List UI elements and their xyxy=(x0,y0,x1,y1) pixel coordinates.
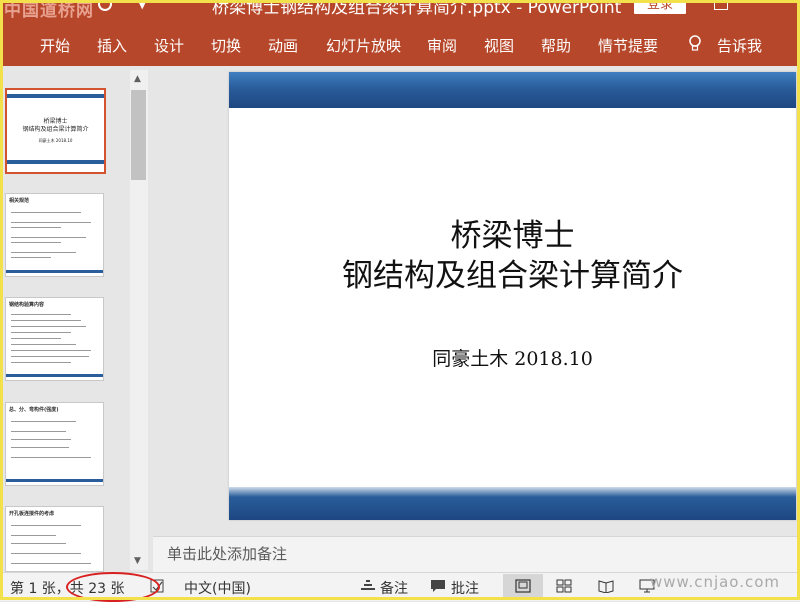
slide-thumbnail-3[interactable]: 钢结构验算内容 xyxy=(5,297,104,381)
quick-access-dropdown-icon[interactable]: ▼ xyxy=(138,0,146,11)
ribbon-display-options-icon[interactable] xyxy=(714,0,728,10)
autosave-icon[interactable] xyxy=(98,0,112,11)
slide-title-line-1: 桥梁博士 xyxy=(450,218,575,254)
tab-insert[interactable]: 插入 xyxy=(97,35,127,56)
scroll-up-icon[interactable]: ▲ xyxy=(134,74,141,84)
thumb-heading: 总、分、弯构件(强度) xyxy=(9,407,59,413)
tab-animations[interactable]: 动画 xyxy=(268,35,298,56)
thumb-band-bottom xyxy=(7,160,104,164)
ribbon-tab-bar: 开始 插入 设计 切换 动画 幻灯片放映 审阅 视图 帮助 情节提要 告诉我 xyxy=(0,20,800,66)
scrollbar-thumb[interactable] xyxy=(131,90,146,180)
normal-view-icon[interactable] xyxy=(515,579,531,593)
notes-pane[interactable]: 单击此处添加备注 xyxy=(153,536,800,573)
tab-design[interactable]: 设计 xyxy=(154,35,184,56)
lightbulb-icon[interactable] xyxy=(688,35,702,53)
thumb-heading: 开孔板连接件的考虑 xyxy=(9,511,55,517)
thumb-band-top xyxy=(7,94,104,98)
tab-transitions[interactable]: 切换 xyxy=(211,35,241,56)
watermark-url: www.cnjao.com xyxy=(650,573,781,591)
title-bar: 中国道桥网 ▼ 桥梁博士钢结构及组合梁计算简介.pptx - PowerPoin… xyxy=(0,0,800,20)
slide-band-bottom xyxy=(229,487,796,520)
thumbnail-scrollbar[interactable]: ▲ ▼ xyxy=(130,70,148,570)
slide-thumbnail-4[interactable]: 总、分、弯构件(强度) xyxy=(5,402,104,486)
tell-me-search[interactable]: 告诉我 xyxy=(717,35,762,56)
login-button[interactable]: 登录 xyxy=(634,0,686,14)
notes-placeholder: 单击此处添加备注 xyxy=(167,545,288,563)
tab-slide-show[interactable]: 幻灯片放映 xyxy=(326,35,401,56)
slide-thumbnail-1[interactable]: 桥梁博士 钢结构及组合梁计算简介 同豪土木 2018.10 xyxy=(5,88,106,174)
tab-review[interactable]: 审阅 xyxy=(427,35,457,56)
tab-home[interactable]: 开始 xyxy=(40,35,70,56)
slide-title-line-2: 钢结构及组合梁计算简介 xyxy=(342,258,683,294)
slide-thumbnail-2[interactable]: 相关规范 xyxy=(5,193,104,277)
tab-help[interactable]: 帮助 xyxy=(541,35,571,56)
comments-button[interactable]: 批注 xyxy=(451,578,479,598)
thumb-subtitle: 钢结构及组合梁计算简介 xyxy=(22,126,89,133)
slide-title[interactable]: 桥梁博士 钢结构及组合梁计算简介 xyxy=(229,216,796,296)
comments-icon[interactable] xyxy=(430,579,446,593)
tab-view[interactable]: 视图 xyxy=(484,35,514,56)
main-slide[interactable]: 桥梁博士 钢结构及组合梁计算简介 同豪土木 2018.10 xyxy=(229,72,796,520)
notes-button[interactable]: 备注 xyxy=(380,578,408,598)
language-indicator[interactable]: 中文(中国) xyxy=(184,578,251,598)
notes-icon[interactable] xyxy=(360,579,376,593)
slide-sorter-view-icon[interactable] xyxy=(556,579,572,593)
red-highlight-oval xyxy=(66,572,160,602)
slide-thumbnail-5[interactable]: 开孔板连接件的考虑 xyxy=(5,506,104,572)
slide-subtitle[interactable]: 同豪土木 2018.10 xyxy=(229,344,796,371)
thumb-footer: 同豪土木 2018.10 xyxy=(38,138,73,143)
thumb-heading: 相关规范 xyxy=(9,198,30,204)
watermark-text: 中国道桥网 xyxy=(4,1,94,20)
thumb-heading: 钢结构验算内容 xyxy=(9,302,45,308)
reading-view-icon[interactable] xyxy=(598,579,614,593)
slide-band-top xyxy=(229,72,796,108)
scroll-down-icon[interactable]: ▼ xyxy=(134,556,141,566)
window-title: 桥梁博士钢结构及组合梁计算简介.pptx - PowerPoint xyxy=(212,0,622,18)
tab-storyboarding[interactable]: 情节提要 xyxy=(598,35,658,56)
